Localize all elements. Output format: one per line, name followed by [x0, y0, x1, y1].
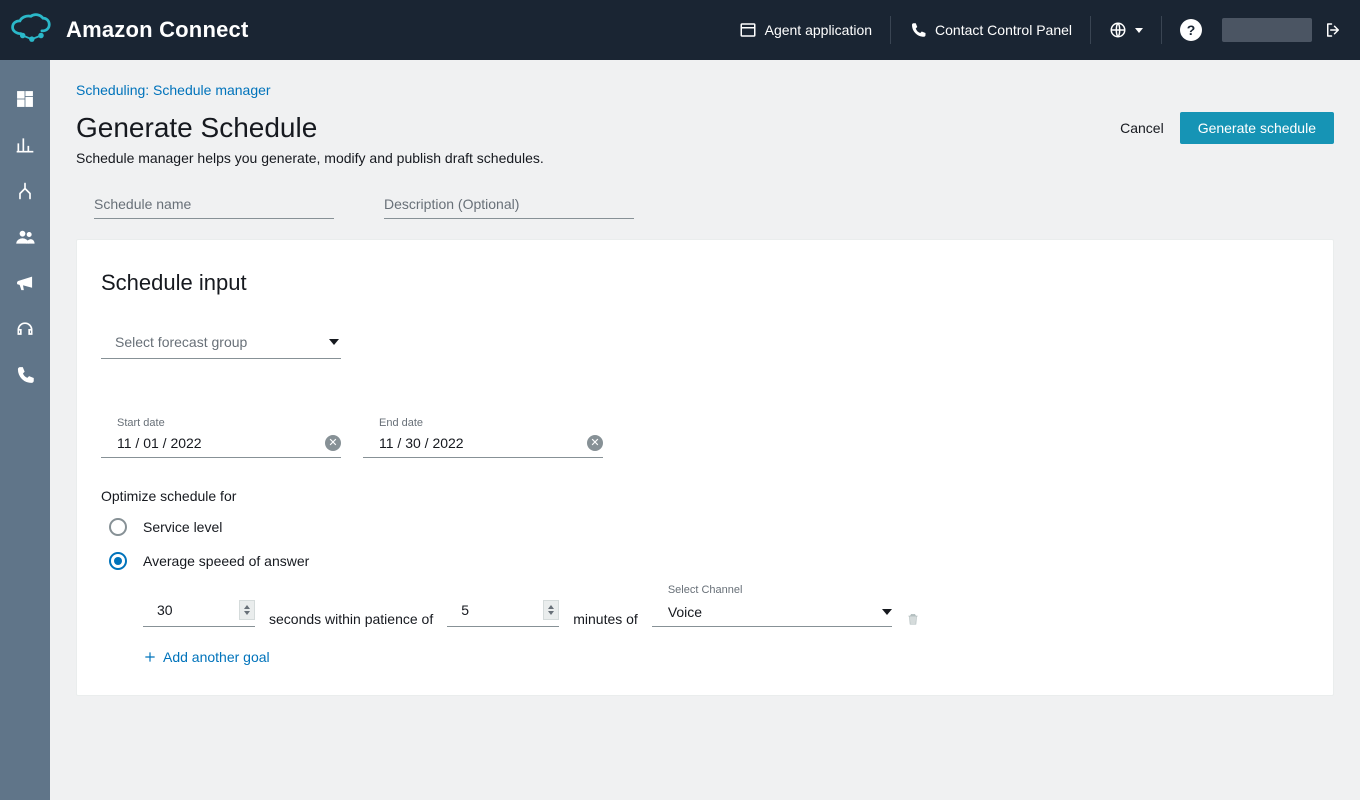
logout-button[interactable]	[1320, 17, 1346, 43]
end-date-label: End date	[363, 417, 603, 429]
goal-row: 30 seconds within patience of 5 minutes …	[101, 584, 1309, 627]
radio-service-level[interactable]: Service level	[109, 518, 1309, 536]
radio-icon	[109, 518, 127, 536]
radio-avg-speed-answer[interactable]: Average speeed of answer	[109, 552, 1309, 570]
start-date-input[interactable]: 11 / 01 / 2022 ✕	[101, 429, 341, 458]
bar-chart-icon	[15, 135, 35, 155]
sidebar-headset[interactable]	[4, 308, 46, 350]
forecast-group-label: Select forecast group	[115, 334, 247, 350]
chevron-down-icon	[329, 339, 339, 345]
add-goal-label: Add another goal	[163, 649, 270, 665]
page-subtitle: Schedule manager helps you generate, mod…	[76, 150, 544, 166]
separator	[1161, 16, 1162, 44]
radio-asa-label: Average speeed of answer	[143, 553, 309, 569]
title-bar: Generate Schedule Schedule manager helps…	[76, 112, 1334, 166]
user-placeholder	[1222, 18, 1312, 42]
channel-value: Voice	[668, 604, 702, 620]
brand: Amazon Connect	[8, 13, 248, 47]
plus-icon	[143, 650, 157, 664]
page-title: Generate Schedule	[76, 112, 544, 144]
card-title: Schedule input	[101, 270, 1309, 296]
users-icon	[15, 227, 35, 247]
routing-icon	[15, 181, 35, 201]
radio-icon	[109, 552, 127, 570]
sidebar	[0, 60, 50, 800]
channel-select[interactable]: Voice	[652, 598, 892, 627]
clear-start-date[interactable]: ✕	[325, 435, 341, 451]
phone-icon	[15, 365, 35, 385]
cancel-button[interactable]: Cancel	[1120, 120, 1164, 136]
phone-icon	[909, 21, 927, 39]
sidebar-users[interactable]	[4, 216, 46, 258]
date-range-row: Start date 11 / 01 / 2022 ✕ End date 11 …	[101, 417, 1309, 458]
logout-icon	[1324, 21, 1342, 39]
end-date-input[interactable]: 11 / 30 / 2022 ✕	[363, 429, 603, 458]
minutes-value: 5	[461, 602, 469, 618]
name-desc-row	[76, 186, 1334, 219]
forecast-group-select[interactable]: Select forecast group	[101, 324, 341, 359]
generate-schedule-button[interactable]: Generate schedule	[1180, 112, 1334, 144]
channel-label: Select Channel	[652, 584, 892, 596]
separator	[890, 16, 891, 44]
headset-icon	[15, 319, 35, 339]
agent-application-label: Agent application	[765, 22, 872, 38]
minutes-text: minutes of	[573, 611, 638, 627]
delete-goal-button[interactable]	[906, 611, 920, 627]
topbar: Amazon Connect Agent application Contact…	[0, 0, 1360, 60]
sidebar-routing[interactable]	[4, 170, 46, 212]
window-icon	[739, 21, 757, 39]
optimize-label: Optimize schedule for	[101, 488, 1309, 504]
breadcrumb[interactable]: Scheduling: Schedule manager	[76, 82, 1334, 98]
description-input[interactable]	[384, 186, 634, 219]
spinner-icon	[239, 600, 255, 620]
add-another-goal-button[interactable]: Add another goal	[143, 649, 1309, 665]
start-date-value: 11 / 01 / 2022	[117, 435, 202, 451]
product-name: Amazon Connect	[66, 17, 248, 43]
clear-end-date[interactable]: ✕	[587, 435, 603, 451]
connect-logo-icon	[8, 13, 52, 47]
sidebar-analytics[interactable]	[4, 124, 46, 166]
main-content: Scheduling: Schedule manager Generate Sc…	[50, 60, 1360, 800]
start-date-label: Start date	[101, 417, 341, 429]
seconds-text: seconds within patience of	[269, 611, 433, 627]
schedule-input-card: Schedule input Select forecast group Sta…	[76, 239, 1334, 696]
help-icon: ?	[1180, 19, 1202, 41]
language-menu[interactable]	[1097, 13, 1155, 47]
schedule-name-input[interactable]	[94, 186, 334, 219]
ccp-label: Contact Control Panel	[935, 22, 1072, 38]
sidebar-announcements[interactable]	[4, 262, 46, 304]
end-date-value: 11 / 30 / 2022	[379, 435, 464, 451]
seconds-stepper[interactable]: 30	[143, 594, 255, 627]
help-button[interactable]: ?	[1168, 11, 1214, 49]
radio-service-level-label: Service level	[143, 519, 222, 535]
dashboard-icon	[15, 89, 35, 109]
chevron-down-icon	[1135, 28, 1143, 33]
agent-application-link[interactable]: Agent application	[727, 13, 884, 47]
spinner-icon	[543, 600, 559, 620]
chevron-down-icon	[882, 609, 892, 615]
contact-control-panel-link[interactable]: Contact Control Panel	[897, 13, 1084, 47]
seconds-value: 30	[157, 602, 173, 618]
megaphone-icon	[15, 273, 35, 293]
globe-icon	[1109, 21, 1127, 39]
sidebar-phone[interactable]	[4, 354, 46, 396]
sidebar-dashboard[interactable]	[4, 78, 46, 120]
separator	[1090, 16, 1091, 44]
user-menu[interactable]	[1214, 14, 1320, 46]
minutes-stepper[interactable]: 5	[447, 594, 559, 627]
